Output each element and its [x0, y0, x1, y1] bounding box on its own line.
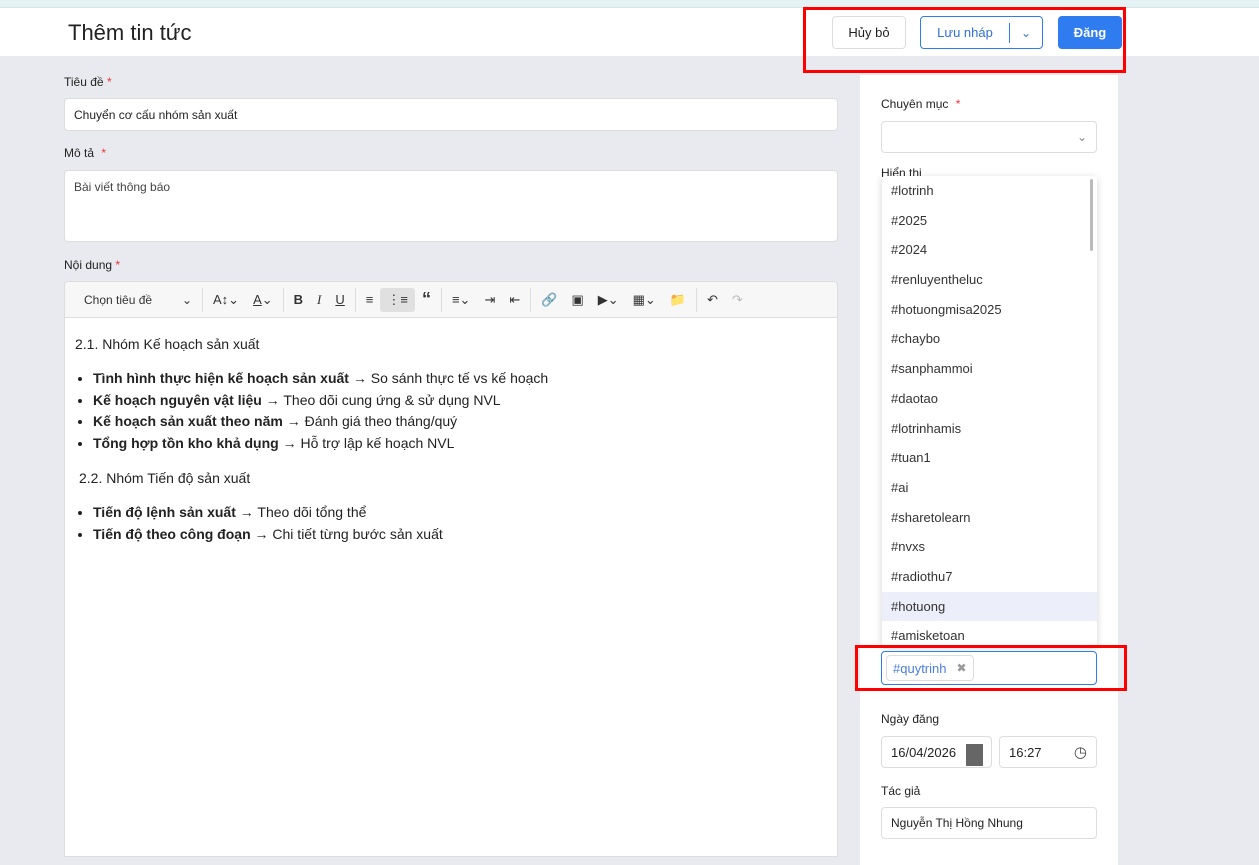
bullet-list: Tiến độ lệnh sản xuất → Theo dõi tổng th… [93, 502, 827, 545]
list-item: Kế hoạch sản xuất theo năm → Đánh giá th… [93, 411, 827, 433]
list-item: Tổng hợp tồn kho khả dụng → Hỗ trợ lập k… [93, 433, 827, 455]
list-item: Tiến độ theo công đoạn → Chi tiết từng b… [93, 524, 827, 546]
divider [696, 287, 698, 312]
link-icon[interactable]: 🔗 [534, 288, 564, 312]
align-icon[interactable]: ≡⌄ [445, 288, 477, 312]
divider [530, 287, 532, 312]
heading-select-label: Chọn tiêu đề [84, 292, 153, 307]
time-value: 16:27 [1009, 744, 1042, 760]
list-item: Tiến độ lệnh sản xuất → Theo dõi tổng th… [93, 502, 827, 524]
italic-icon[interactable]: I [310, 288, 328, 312]
tag-option[interactable]: #ai [882, 473, 1097, 503]
list-item: Kế hoạch nguyên vật liệu → Theo dõi cung… [93, 390, 827, 412]
section-heading: 2.1. Nhóm Kế hoạch sản xuất [75, 336, 260, 352]
outdent-icon[interactable]: ⇤ [502, 288, 527, 312]
section-heading: 2.2. Nhóm Tiến độ sản xuất [79, 470, 251, 486]
font-size-icon[interactable]: A↕⌄ [206, 288, 246, 312]
tag-option[interactable]: #2025 [882, 206, 1097, 236]
tag-option[interactable]: #chaybo [882, 324, 1097, 354]
editor-toolbar: Chọn tiêu đề ⌄ A↕⌄ A ⌄ B I U ≡ ⋮≡ “ ≡⌄ ⇥ ⇤… [64, 281, 838, 318]
tag-option[interactable]: #amisketoan [882, 621, 1097, 646]
scrollbar[interactable] [1090, 179, 1093, 251]
clock-icon[interactable]: ◷ [1074, 743, 1087, 761]
divider [440, 287, 442, 312]
date-input[interactable]: 16/04/2026 [881, 736, 992, 768]
content-editor[interactable]: 2.1. Nhóm Kế hoạch sản xuất Tình hình th… [64, 317, 838, 857]
divider [282, 287, 284, 312]
date-value: 16/04/2026 [891, 744, 957, 760]
tag-option[interactable]: #hotuong [882, 591, 1097, 622]
tag-dropdown: #lotrinh #2025 #2024 #renluyentheluc #hotuon… [882, 176, 1097, 646]
list-item: Tình hình thực hiện kế hoạch sản xuất → … [93, 368, 827, 390]
tag-option[interactable]: #tuan1 [882, 443, 1097, 473]
bullet-list-icon[interactable]: ⋮≡ [380, 287, 415, 312]
bold-icon[interactable]: B [287, 288, 310, 312]
font-color-icon[interactable]: A ⌄ [246, 288, 280, 312]
quote-icon[interactable]: “ [415, 288, 438, 312]
description-textarea[interactable]: Bài viết thông báo [64, 170, 838, 242]
date-label: Ngày đăng [881, 712, 940, 726]
category-label: Chuyên mục * [881, 97, 961, 111]
underline-icon[interactable]: U [328, 288, 351, 312]
tag-option[interactable]: #radiothu7 [882, 562, 1097, 592]
bullet-list: Tình hình thực hiện kế hoạch sản xuất → … [93, 368, 827, 454]
table-icon[interactable]: ▦⌄ [626, 288, 663, 312]
divider [202, 287, 203, 312]
highlight-box [855, 645, 1127, 691]
calendar-icon[interactable] [966, 744, 983, 766]
author-input[interactable]: Nguyễn Thị Hồng Nhung [881, 807, 1097, 839]
category-select[interactable]: ⌄ [881, 121, 1097, 153]
tag-option[interactable]: #2024 [882, 235, 1097, 265]
image-icon[interactable]: ▣ [564, 288, 590, 312]
title-label: Tiêu đề * [64, 75, 112, 89]
description-label: Mô tả * [64, 146, 107, 160]
tag-option[interactable]: #renluyentheluc [882, 265, 1097, 295]
redo-icon[interactable]: ↷ [725, 288, 750, 312]
content-label: Nội dung * [64, 258, 121, 272]
video-icon[interactable]: ▶⌄ [591, 288, 626, 312]
heading-select[interactable]: Chọn tiêu đề ⌄ [77, 288, 199, 312]
divider [354, 287, 356, 312]
highlight-box [803, 7, 1126, 73]
tag-option[interactable]: #sharetolearn [882, 503, 1097, 533]
title-input[interactable]: Chuyển cơ cấu nhóm sản xuất [64, 98, 838, 131]
undo-icon[interactable]: ↶ [700, 288, 725, 312]
indent-icon[interactable]: ⇥ [477, 288, 502, 312]
chevron-down-icon: ⌄ [1076, 130, 1087, 144]
file-manager-icon[interactable]: 📁 [663, 288, 693, 312]
tag-option[interactable]: #lotrinh [882, 176, 1097, 206]
tag-option[interactable]: #daotao [882, 384, 1097, 414]
tag-option[interactable]: #hotuongmisa2025 [882, 295, 1097, 325]
tag-option[interactable]: #sanphammoi [882, 354, 1097, 384]
tag-option[interactable]: #nvxs [882, 532, 1097, 562]
time-input[interactable]: 16:27 ◷ [999, 736, 1097, 768]
ordered-list-icon[interactable]: ≡ [359, 288, 381, 312]
author-label: Tác giả [881, 784, 921, 798]
tag-option[interactable]: #lotrinhamis [882, 414, 1097, 444]
page-title: Thêm tin tức [68, 20, 192, 45]
